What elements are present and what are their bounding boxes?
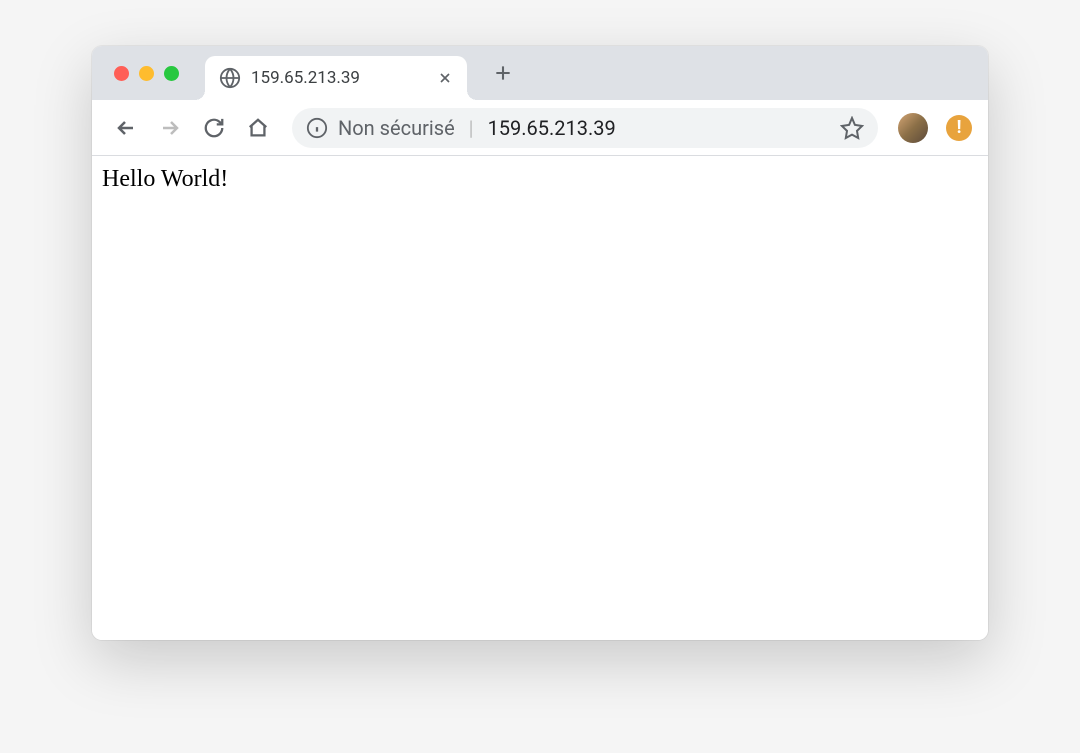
security-status-label: Non sécurisé xyxy=(338,116,455,140)
reload-button[interactable] xyxy=(196,110,232,146)
profile-avatar[interactable] xyxy=(898,113,928,143)
new-tab-button[interactable] xyxy=(487,57,519,89)
close-window-button[interactable] xyxy=(114,66,129,81)
address-bar[interactable]: Non sécurisé | 159.65.213.39 xyxy=(292,108,878,148)
globe-icon xyxy=(219,67,241,89)
tab-title: 159.65.213.39 xyxy=(251,68,435,88)
warning-badge-icon[interactable]: ! xyxy=(946,115,972,141)
separator: | xyxy=(469,116,474,140)
maximize-window-button[interactable] xyxy=(164,66,179,81)
forward-button[interactable] xyxy=(152,110,188,146)
window-controls xyxy=(92,66,205,81)
back-button[interactable] xyxy=(108,110,144,146)
page-body-text: Hello World! xyxy=(102,166,978,193)
minimize-window-button[interactable] xyxy=(139,66,154,81)
page-content: Hello World! xyxy=(92,156,988,640)
url-text: 159.65.213.39 xyxy=(488,116,830,140)
home-button[interactable] xyxy=(240,110,276,146)
bookmark-star-icon[interactable] xyxy=(840,116,864,140)
browser-window: 159.65.213.39 xyxy=(92,46,988,640)
tab-strip: 159.65.213.39 xyxy=(92,46,988,100)
close-tab-button[interactable] xyxy=(435,68,455,88)
browser-tab[interactable]: 159.65.213.39 xyxy=(205,56,467,100)
site-info-icon[interactable] xyxy=(306,117,328,139)
toolbar: Non sécurisé | 159.65.213.39 ! xyxy=(92,100,988,156)
